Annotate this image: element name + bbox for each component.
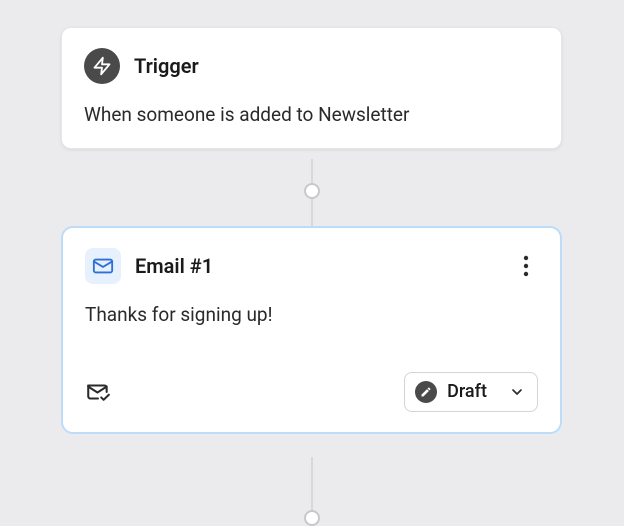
more-button[interactable] <box>514 251 538 281</box>
email-title: Email #1 <box>135 254 500 278</box>
mail-icon <box>85 248 121 284</box>
chevron-down-icon <box>509 384 525 400</box>
mail-check-icon[interactable] <box>85 379 111 405</box>
status-select[interactable]: Draft <box>404 372 538 412</box>
automation-canvas[interactable]: Trigger When someone is added to Newslet… <box>0 0 624 526</box>
email-card-header: Email #1 <box>85 248 538 284</box>
email-subject: Thanks for signing up! <box>85 302 538 328</box>
connector-node[interactable] <box>304 510 320 526</box>
pencil-icon <box>415 381 437 403</box>
status-label: Draft <box>447 381 487 402</box>
trigger-card-header: Trigger <box>84 48 539 84</box>
more-icon <box>523 255 529 277</box>
connector-node[interactable] <box>304 183 320 199</box>
trigger-description: When someone is added to Newsletter <box>84 102 539 128</box>
email-card[interactable]: Email #1 Thanks for signing up! <box>61 226 562 434</box>
trigger-card[interactable]: Trigger When someone is added to Newslet… <box>61 27 562 149</box>
trigger-title: Trigger <box>134 54 539 78</box>
lightning-icon <box>84 48 120 84</box>
email-card-footer: Draft <box>85 372 538 412</box>
